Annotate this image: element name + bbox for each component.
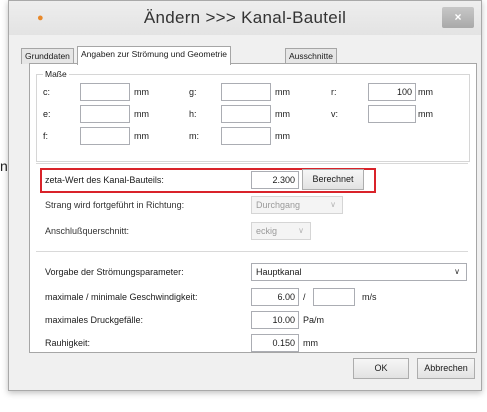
dialog-title: Ändern >>> Kanal-Bauteil	[143, 8, 347, 27]
tab-grunddaten[interactable]: Grunddaten	[21, 48, 74, 64]
strang-select[interactable]: Durchgang ∨	[251, 196, 343, 214]
input-v[interactable]	[368, 105, 416, 123]
label-g: g:	[189, 87, 197, 97]
min-velocity-input[interactable]	[313, 288, 355, 306]
unit-e: mm	[134, 109, 149, 119]
close-button[interactable]: ×	[442, 7, 474, 28]
ok-button[interactable]: OK	[353, 358, 409, 379]
anschluss-select[interactable]: eckig ∨	[251, 222, 311, 240]
berechnet-button[interactable]: Berechnet	[302, 169, 364, 190]
druckgefaelle-unit: Pa/m	[303, 315, 325, 325]
chevron-down-icon: ∨	[330, 200, 336, 209]
unit-v: mm	[418, 109, 433, 119]
label-c: c:	[43, 87, 51, 97]
background-text-fragment: n	[0, 158, 8, 174]
label-m: m:	[189, 131, 199, 141]
rauhigkeit-input[interactable]: 0.150	[251, 334, 299, 352]
stroemung-label: Vorgabe der Strömungsparameter:	[45, 267, 184, 277]
label-h: h:	[189, 109, 197, 119]
tab-stroemung-geometrie[interactable]: Angaben zur Strömung und Geometrie	[77, 46, 232, 65]
label-v: v:	[331, 109, 339, 119]
label-f: f:	[43, 131, 49, 141]
geschwindigkeit-label: maximale / minimale Geschwindigkeit:	[45, 292, 198, 302]
zeta-input[interactable]: 2.300	[251, 171, 299, 189]
label-e: e:	[43, 109, 51, 119]
input-g[interactable]	[221, 83, 271, 101]
input-c[interactable]	[80, 83, 130, 101]
velocity-unit: m/s	[362, 292, 377, 302]
druckgefaelle-input[interactable]: 10.00	[251, 311, 299, 329]
unit-g: mm	[275, 87, 290, 97]
separator	[36, 163, 468, 164]
input-m[interactable]	[221, 127, 271, 145]
zeta-label: zeta-Wert des Kanal-Bauteils:	[45, 175, 164, 185]
strang-value: Durchgang	[256, 200, 301, 210]
edit-channel-component-dialog: ● Ändern >>> Kanal-Bauteil × Grunddaten …	[8, 0, 482, 391]
unit-h: mm	[275, 109, 290, 119]
anschluss-label: Anschlußquerschnitt:	[45, 226, 130, 236]
chevron-down-icon: ∨	[454, 267, 460, 276]
input-f[interactable]	[80, 127, 130, 145]
masse-group: Maße c: mm g: mm r: 100 mm e: mm h: mm v…	[36, 69, 470, 162]
close-icon: ×	[454, 10, 462, 24]
input-r[interactable]: 100	[368, 83, 416, 101]
title-bar: ● Ändern >>> Kanal-Bauteil ×	[9, 1, 481, 35]
unit-r: mm	[418, 87, 433, 97]
max-velocity-input[interactable]: 6.00	[251, 288, 299, 306]
stroemung-select[interactable]: Hauptkanal ∨	[251, 263, 467, 281]
unit-f: mm	[134, 131, 149, 141]
separator	[36, 251, 468, 252]
unit-c: mm	[134, 87, 149, 97]
unit-m: mm	[275, 131, 290, 141]
input-h[interactable]	[221, 105, 271, 123]
anschluss-value: eckig	[256, 226, 278, 236]
tab-panel-stroemung-geometrie: Maße c: mm g: mm r: 100 mm e: mm h: mm v…	[29, 63, 477, 353]
velocity-separator: /	[303, 292, 306, 302]
label-r: r:	[331, 87, 337, 97]
masse-legend: Maße	[43, 69, 69, 79]
cancel-button[interactable]: Abbrechen	[417, 358, 475, 379]
druckgefaelle-label: maximales Druckgefälle:	[45, 315, 144, 325]
tab-ausschnitte[interactable]: Ausschnitte	[285, 48, 337, 64]
input-e[interactable]	[80, 105, 130, 123]
chevron-down-icon: ∨	[298, 226, 304, 235]
stroemung-value: Hauptkanal	[256, 267, 302, 277]
rauhigkeit-label: Rauhigkeit:	[45, 338, 91, 348]
strang-label: Strang wird fortgeführt in Richtung:	[45, 200, 185, 210]
rauhigkeit-unit: mm	[303, 338, 318, 348]
